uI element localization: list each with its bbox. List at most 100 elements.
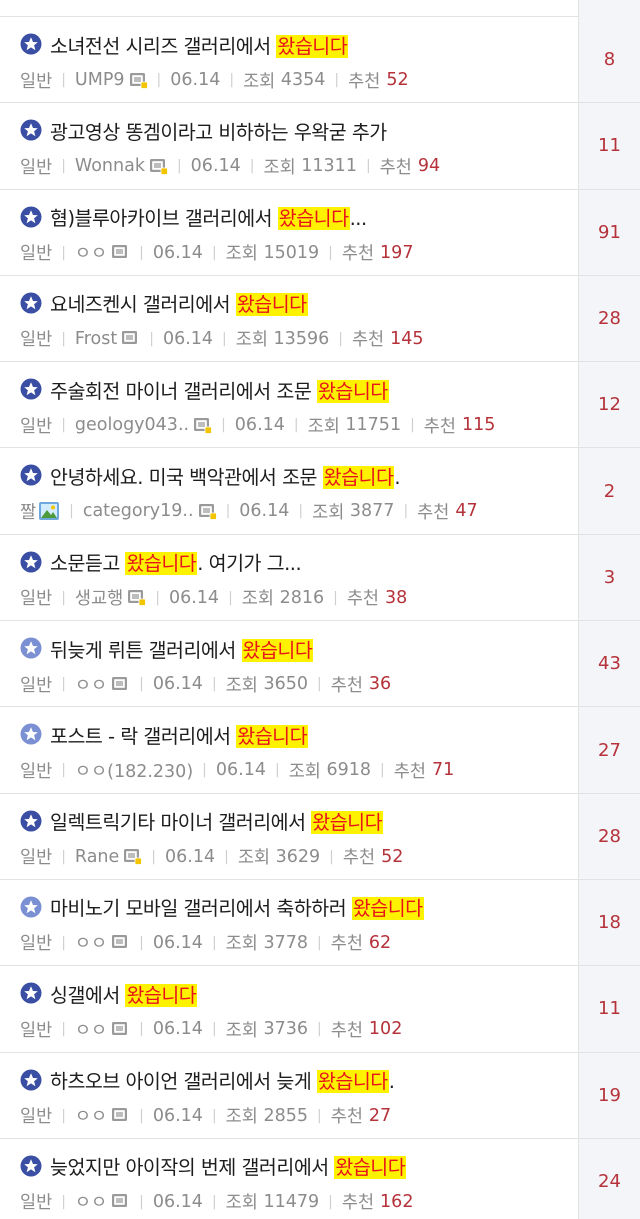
post-author[interactable]: ㅇㅇ <box>75 930 107 955</box>
comment-count-cell[interactable]: 11 <box>578 103 640 189</box>
post-row-13[interactable]: 하츠오브 아이언 갤러리에서 늦게 왔습니다. 일반 | ㅇㅇ | 06.14 … <box>0 1052 640 1139</box>
post-title[interactable]: 혐)블루아카이브 갤러리에서 왔습니다... <box>50 202 367 231</box>
recommend-count: 145 <box>390 328 424 349</box>
post-main[interactable]: 하츠오브 아이언 갤러리에서 늦게 왔습니다. 일반 | ㅇㅇ | 06.14 … <box>0 1053 578 1138</box>
comment-count-cell[interactable]: 12 <box>578 362 640 448</box>
post-row-1[interactable]: 소녀전선 시리즈 갤러리에서 왔습니다 일반 | UMP9 | 06.14 | … <box>0 17 640 104</box>
comment-count-cell[interactable]: 3 <box>578 534 640 621</box>
post-title[interactable]: 포스트 - 락 갤러리에서 왔습니다 <box>50 720 309 749</box>
post-row-4[interactable]: 요네즈켄시 갤러리에서 왔습니다 일반 | Frost | 06.14 | 조회… <box>0 275 640 363</box>
post-category: 일반 <box>20 1020 53 1041</box>
comment-count-cell[interactable]: 2 <box>578 448 640 534</box>
post-author[interactable]: UMP9 <box>75 70 125 90</box>
post-main[interactable]: 요네즈켄시 갤러리에서 왔습니다 일반 | Frost | 06.14 | 조회… <box>0 276 578 361</box>
post-main[interactable]: 마비노기 모바일 갤러리에서 축하하러 왔습니다 일반 | ㅇㅇ | 06.14… <box>0 880 578 965</box>
post-row-8[interactable]: 뒤늦게 뤼튼 갤러리에서 왔습니다 일반 | ㅇㅇ | 06.14 | 조회 3… <box>0 621 640 708</box>
post-title-line[interactable]: 늦었지만 아이작의 번제 갤러리에서 왔습니다 <box>20 1151 407 1181</box>
comment-count-cell[interactable]: 28 <box>578 275 640 362</box>
post-title[interactable]: 주술회전 마이너 갤러리에서 조문 왔습니다 <box>50 375 389 404</box>
post-title-line[interactable]: 포스트 - 락 갤러리에서 왔습니다 <box>20 719 309 749</box>
post-title-line[interactable]: 소문듣고 왔습니다. 여기가 그... <box>20 547 302 577</box>
post-title-line[interactable]: 뒤늦게 뤼튼 갤러리에서 왔습니다 <box>20 633 314 663</box>
post-title-line[interactable]: 마비노기 모바일 갤러리에서 축하하러 왔습니다 <box>20 892 424 922</box>
post-meta: 일반 | geology043.. | 06.14 | 조회 11751 | 추… <box>20 412 495 438</box>
post-title-line[interactable]: 주술회전 마이너 갤러리에서 조문 왔습니다 <box>20 374 389 404</box>
post-title-line[interactable]: 소녀전선 시리즈 갤러리에서 왔습니다 <box>20 29 349 59</box>
post-row-10[interactable]: 일렉트릭기타 마이너 갤러리에서 왔습니다 일반 | Rane | 06.14 … <box>0 793 640 880</box>
recommend-label: 추천 <box>379 157 412 178</box>
comment-count-cell[interactable]: 18 <box>578 879 640 966</box>
post-title[interactable]: 마비노기 모바일 갤러리에서 축하하러 왔습니다 <box>50 892 424 921</box>
post-main[interactable]: 늦었지만 아이작의 번제 갤러리에서 왔습니다 일반 | ㅇㅇ | 06.14 … <box>0 1139 578 1219</box>
post-title-text: 뒤늦게 뤼튼 갤러리에서 <box>50 638 242 662</box>
post-author[interactable]: Frost <box>75 329 117 349</box>
post-main[interactable]: 뒤늦게 뤼튼 갤러리에서 왔습니다 일반 | ㅇㅇ | 06.14 | 조회 3… <box>0 621 578 706</box>
comment-count-cell[interactable]: 8 <box>578 17 640 103</box>
post-author[interactable]: ㅇㅇ <box>75 672 107 697</box>
post-author[interactable]: ㅇㅇ <box>75 1103 107 1128</box>
post-meta: 일반 | ㅇㅇ | 06.14 | 조회 3650 | 추천 36 <box>20 671 391 697</box>
post-row-14[interactable]: 늦었지만 아이작의 번제 갤러리에서 왔습니다 일반 | ㅇㅇ | 06.14 … <box>0 1138 640 1219</box>
post-author[interactable]: ㅇㅇ <box>75 1189 107 1214</box>
post-main[interactable]: 소문듣고 왔습니다. 여기가 그... 일반 | 생교행 | 06.14 | 조… <box>0 535 578 620</box>
post-title[interactable]: 늦었지만 아이작의 번제 갤러리에서 왔습니다 <box>50 1151 407 1180</box>
post-title-highlight: 왔습니다 <box>241 638 314 662</box>
post-title-line[interactable]: 요네즈켄시 갤러리에서 왔습니다 <box>20 288 308 318</box>
post-main[interactable]: 광고영상 똥겜이라고 비하하는 우왁굳 추가 일반 | Wonnak | 06.… <box>0 103 578 188</box>
post-author[interactable]: ㅇㅇ(182.230) <box>75 758 193 783</box>
post-main[interactable]: 일렉트릭기타 마이너 갤러리에서 왔습니다 일반 | Rane | 06.14 … <box>0 794 578 879</box>
post-main[interactable]: 혐)블루아카이브 갤러리에서 왔습니다... 일반 | ㅇㅇ | 06.14 |… <box>0 190 578 275</box>
post-row-2[interactable]: 광고영상 똥겜이라고 비하하는 우왁굳 추가 일반 | Wonnak | 06.… <box>0 103 640 190</box>
comment-count-cell[interactable]: 91 <box>578 189 640 275</box>
post-title-line[interactable]: 혐)블루아카이브 갤러리에서 왔습니다... <box>20 202 367 232</box>
post-title-line[interactable]: 일렉트릭기타 마이너 갤러리에서 왔습니다 <box>20 806 384 836</box>
meta-divider: | <box>221 417 226 434</box>
post-title-line[interactable]: 안녕하세요. 미국 백악관에서 조문 왔습니다. <box>20 460 401 490</box>
post-title[interactable]: 요네즈켄시 갤러리에서 왔습니다 <box>50 288 308 317</box>
comment-count-cell[interactable]: 28 <box>578 793 640 879</box>
post-title-line[interactable]: 하츠오브 아이언 갤러리에서 늦게 왔습니다. <box>20 1065 395 1095</box>
comment-count-cell[interactable]: 27 <box>578 707 640 793</box>
post-row-5[interactable]: 주술회전 마이너 갤러리에서 조문 왔습니다 일반 | geology043..… <box>0 362 640 449</box>
post-author[interactable]: ㅇㅇ <box>75 1017 107 1042</box>
post-title[interactable]: 소문듣고 왔습니다. 여기가 그... <box>50 547 302 576</box>
member-icon <box>112 676 128 690</box>
comment-count: 91 <box>598 221 621 243</box>
post-title[interactable]: 안녕하세요. 미국 백악관에서 조문 왔습니다. <box>50 461 401 490</box>
member-icon <box>112 1021 128 1035</box>
post-row-11[interactable]: 마비노기 모바일 갤러리에서 축하하러 왔습니다 일반 | ㅇㅇ | 06.14… <box>0 879 640 967</box>
post-title[interactable]: 뒤늦게 뤼튼 갤러리에서 왔습니다 <box>50 634 314 663</box>
post-main[interactable]: 주술회전 마이너 갤러리에서 조문 왔습니다 일반 | geology043..… <box>0 362 578 447</box>
post-meta: 일반 | UMP9 | 06.14 | 조회 4354 | 추천 52 <box>20 67 409 93</box>
views-label: 조회 <box>225 675 258 696</box>
post-row-3[interactable]: 혐)블루아카이브 갤러리에서 왔습니다... 일반 | ㅇㅇ | 06.14 |… <box>0 189 640 276</box>
post-title[interactable]: 광고영상 똥겜이라고 비하하는 우왁굳 추가 <box>50 116 387 145</box>
post-author[interactable]: Wonnak <box>75 156 145 176</box>
post-title[interactable]: 일렉트릭기타 마이너 갤러리에서 왔습니다 <box>50 806 384 835</box>
post-author[interactable]: 생교행 <box>75 585 123 610</box>
comment-count-cell[interactable]: 43 <box>578 621 640 707</box>
post-title[interactable]: 싱갤에서 왔습니다 <box>50 979 198 1008</box>
post-author[interactable]: geology043.. <box>75 415 189 435</box>
post-title-line[interactable]: 광고영상 똥겜이라고 비하하는 우왁굳 추가 <box>20 115 387 145</box>
post-row-7[interactable]: 소문듣고 왔습니다. 여기가 그... 일반 | 생교행 | 06.14 | 조… <box>0 534 640 622</box>
comment-count-cell[interactable]: 24 <box>578 1138 640 1219</box>
post-title-text: 소문듣고 <box>50 552 126 576</box>
post-title[interactable]: 소녀전선 시리즈 갤러리에서 왔습니다 <box>50 30 349 59</box>
post-row-9[interactable]: 포스트 - 락 갤러리에서 왔습니다 일반 | ㅇㅇ(182.230) | 06… <box>0 707 640 794</box>
meta-divider: | <box>155 589 160 606</box>
post-author[interactable]: ㅇㅇ <box>75 240 107 265</box>
comment-count-cell[interactable]: 11 <box>578 966 640 1052</box>
post-main[interactable]: 포스트 - 락 갤러리에서 왔습니다 일반 | ㅇㅇ(182.230) | 06… <box>0 707 578 792</box>
post-main[interactable]: 안녕하세요. 미국 백악관에서 조문 왔습니다. 짤 | category19.… <box>0 448 578 533</box>
post-title-line[interactable]: 싱갤에서 왔습니다 <box>20 978 198 1008</box>
post-row-6[interactable]: 안녕하세요. 미국 백악관에서 조문 왔습니다. 짤 | category19.… <box>0 448 640 535</box>
post-author[interactable]: category19.. <box>83 501 194 521</box>
post-main[interactable]: 소녀전선 시리즈 갤러리에서 왔습니다 일반 | UMP9 | 06.14 | … <box>0 17 578 102</box>
comment-count: 19 <box>598 1084 621 1106</box>
post-title[interactable]: 하츠오브 아이언 갤러리에서 늦게 왔습니다. <box>50 1065 395 1094</box>
post-row-12[interactable]: 싱갤에서 왔습니다 일반 | ㅇㅇ | 06.14 | 조회 3736 | 추천… <box>0 966 640 1053</box>
comment-count-cell[interactable]: 19 <box>578 1052 640 1138</box>
post-author[interactable]: Rane <box>75 847 119 867</box>
post-main[interactable]: 싱갤에서 왔습니다 일반 | ㅇㅇ | 06.14 | 조회 3736 | 추천… <box>0 966 578 1051</box>
